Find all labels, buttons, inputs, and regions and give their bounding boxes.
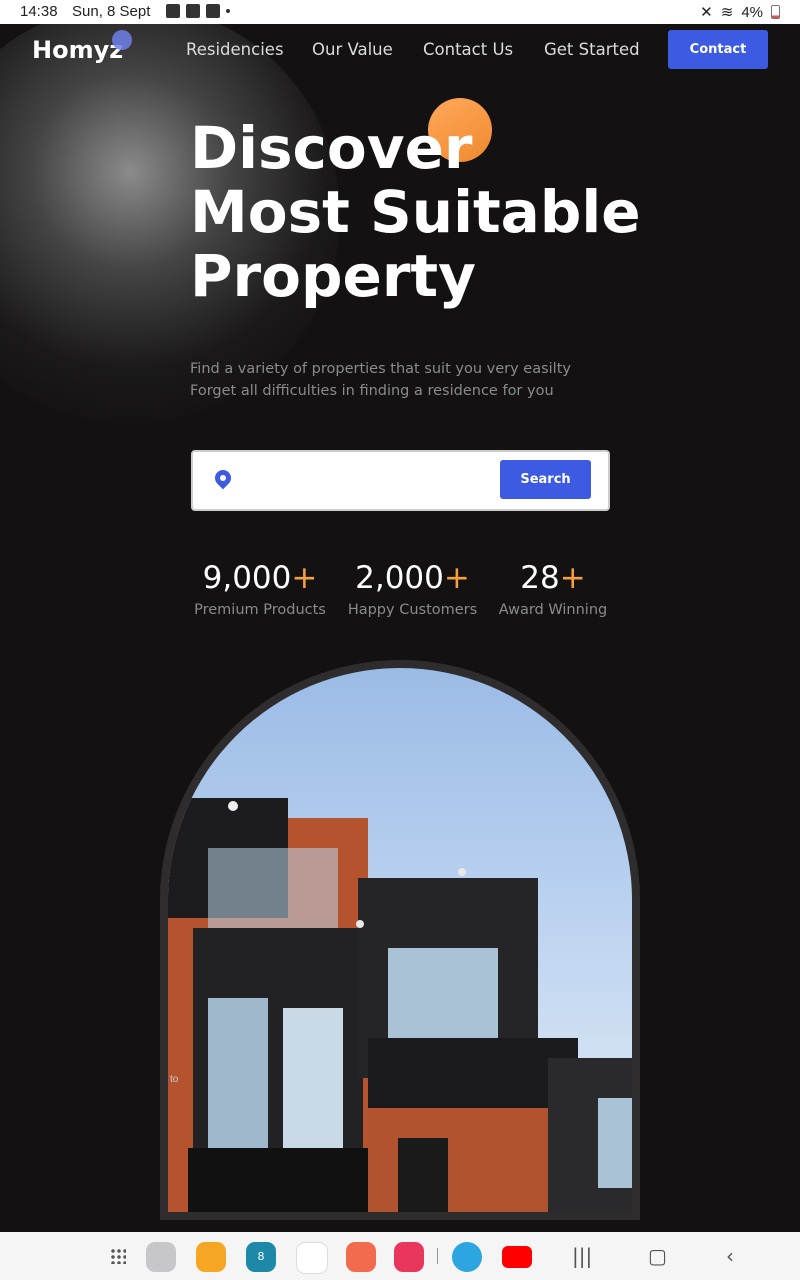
stat-happy-customers: 2,000+ Happy Customers bbox=[345, 560, 480, 618]
nav-get-started[interactable]: Get Started bbox=[544, 40, 640, 59]
dock-separator bbox=[437, 1248, 438, 1264]
stat-premium-products: 9,000+ Premium Products bbox=[190, 560, 330, 618]
logo[interactable]: Homyz bbox=[32, 36, 123, 64]
status-right: ✕ ≋ 4% bbox=[700, 3, 780, 21]
building-illustration bbox=[168, 798, 632, 1212]
contact-button[interactable]: Contact bbox=[668, 30, 768, 69]
headline-line-1: Discover bbox=[190, 114, 473, 182]
contacts-icon[interactable] bbox=[346, 1242, 376, 1272]
headline-line-3: Property bbox=[190, 242, 476, 310]
status-time: 14:38 bbox=[20, 3, 58, 20]
stat-label: Happy Customers bbox=[347, 602, 478, 618]
back-icon[interactable]: ‹ bbox=[726, 1244, 734, 1268]
stat-award-winning: 28+ Award Winning bbox=[496, 560, 610, 618]
stat-label: Award Winning bbox=[498, 602, 608, 618]
mute-icon: ✕ bbox=[700, 4, 713, 21]
stat-plus: + bbox=[559, 560, 586, 596]
hourglass-icon bbox=[206, 4, 220, 18]
subtitle-line-1: Find a variety of properties that suit y… bbox=[190, 361, 571, 377]
stat-value: 2,000 bbox=[355, 560, 444, 596]
location-pin-icon bbox=[211, 466, 235, 490]
stat-value: 9,000 bbox=[202, 560, 292, 596]
camera-icon[interactable] bbox=[394, 1242, 424, 1272]
status-bar: 14:38 Sun, 8 Sept ✕ ≋ 4% bbox=[0, 0, 800, 24]
wifi-icon: ≋ bbox=[720, 4, 734, 21]
image-caption-fragment: to bbox=[170, 1074, 179, 1085]
nav-contact-us[interactable]: Contact Us bbox=[423, 40, 513, 59]
status-date: Sun, 8 Sept bbox=[72, 3, 151, 20]
search-input[interactable] bbox=[243, 462, 497, 500]
stat-label: Premium Products bbox=[194, 602, 326, 618]
logo-dot bbox=[112, 30, 132, 50]
hero-headline: Discover Most Suitable Property bbox=[190, 116, 641, 308]
nav-our-value[interactable]: Our Value bbox=[312, 40, 393, 59]
notification-icons bbox=[166, 4, 230, 18]
stat-plus: + bbox=[443, 560, 470, 596]
browser-icon[interactable] bbox=[146, 1242, 176, 1272]
play-store-icon bbox=[166, 4, 180, 18]
search-button[interactable]: Search bbox=[500, 460, 591, 499]
system-navigation-bar: 8 ||| ▢ ‹ bbox=[0, 1232, 800, 1280]
stat-plus: + bbox=[291, 560, 318, 596]
hero-building-image bbox=[168, 668, 632, 1212]
recents-icon[interactable]: ||| bbox=[572, 1244, 592, 1268]
calendar-icon[interactable]: 8 bbox=[246, 1242, 276, 1272]
checkbox-icon bbox=[186, 4, 200, 18]
messages-icon[interactable] bbox=[296, 1242, 328, 1274]
more-dot-icon bbox=[226, 9, 230, 13]
files-icon[interactable] bbox=[196, 1242, 226, 1272]
home-icon[interactable]: ▢ bbox=[648, 1244, 667, 1268]
app-drawer-icon[interactable] bbox=[110, 1248, 126, 1264]
stat-value: 28 bbox=[520, 560, 560, 596]
telegram-icon[interactable] bbox=[452, 1242, 482, 1272]
battery-level: 4% bbox=[741, 3, 763, 21]
subtitle-line-2: Forget all difficulties in finding a res… bbox=[190, 383, 554, 399]
hero-subtitle: Find a variety of properties that suit y… bbox=[190, 358, 571, 402]
nav-residencies[interactable]: Residencies bbox=[186, 40, 284, 59]
headline-line-2: Most Suitable bbox=[190, 178, 641, 246]
battery-icon bbox=[771, 5, 780, 19]
search-bar: Search bbox=[191, 450, 610, 511]
homyz-page: Homyz Residencies Our Value Contact Us G… bbox=[0, 24, 800, 1232]
youtube-icon[interactable] bbox=[502, 1246, 532, 1268]
